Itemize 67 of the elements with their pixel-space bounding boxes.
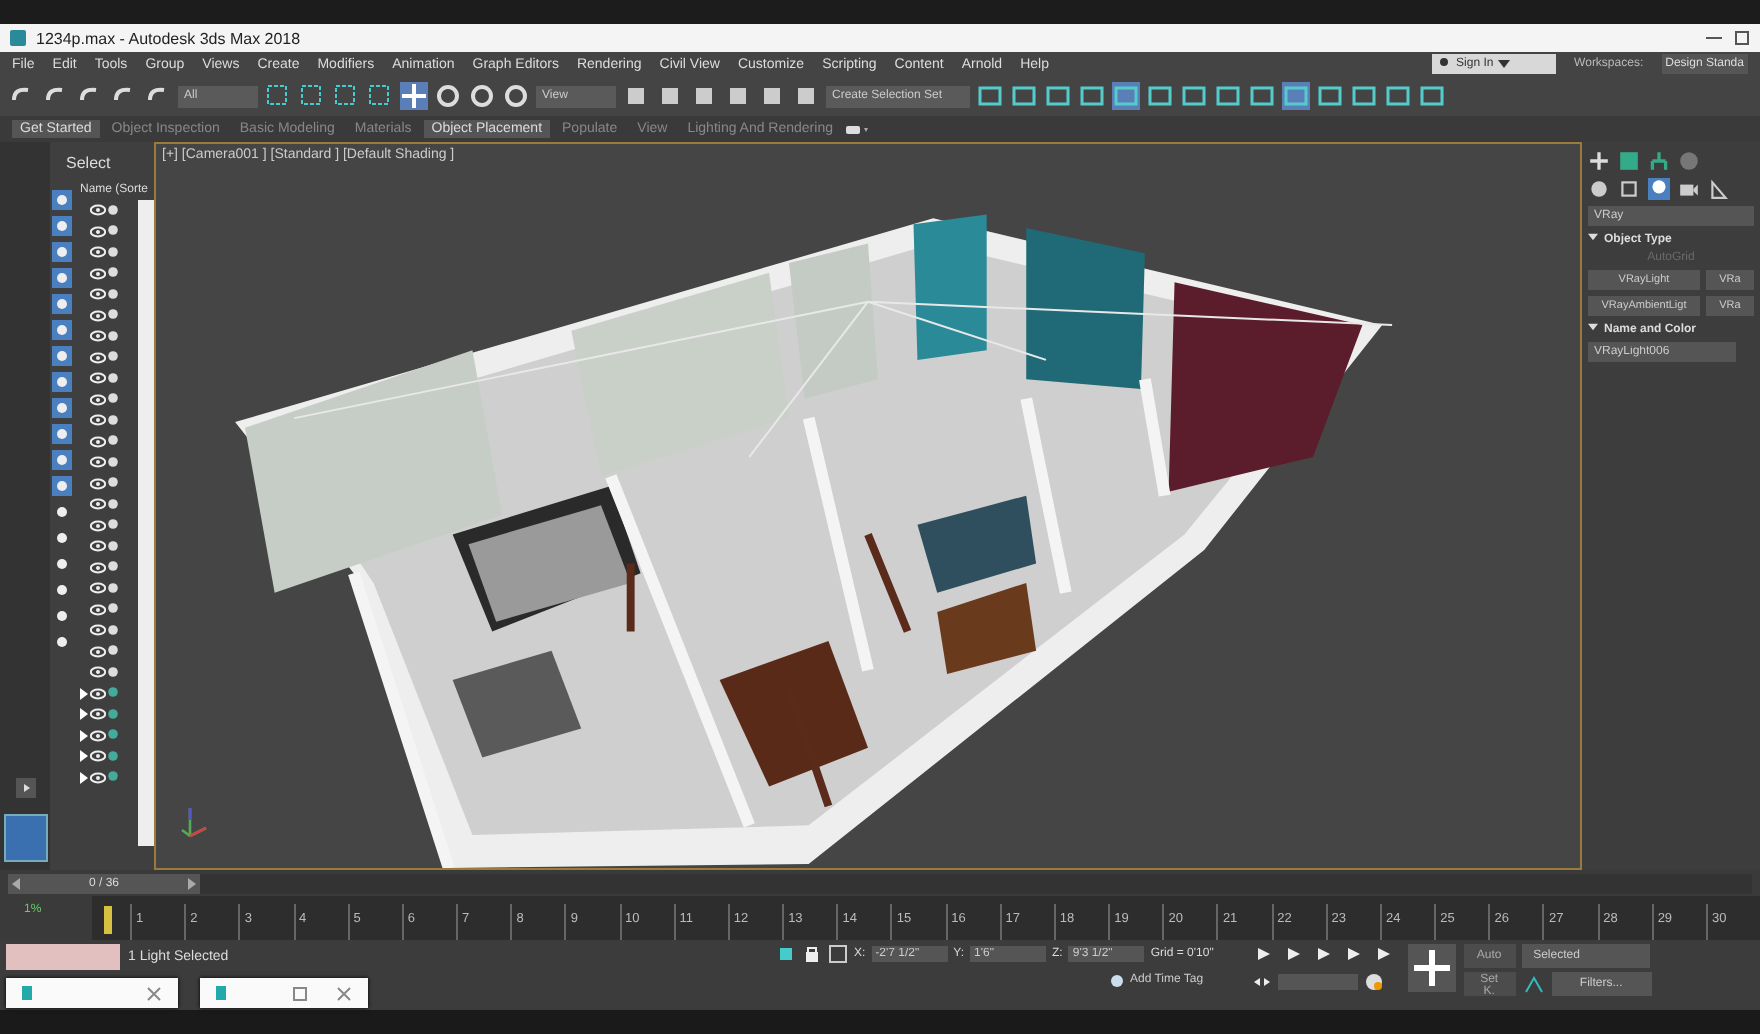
user-icon (1436, 56, 1453, 72)
select-object-icon[interactable] (264, 82, 292, 110)
right-arrow-icon[interactable] (185, 877, 196, 889)
eye-icon[interactable] (90, 372, 106, 385)
time-marker[interactable] (104, 906, 112, 934)
eye-icon[interactable] (90, 498, 106, 511)
caret-icon (1588, 322, 1598, 332)
region-select-icon[interactable] (332, 82, 360, 110)
close-icon[interactable] (336, 985, 352, 1001)
isolate-icon[interactable] (776, 944, 796, 964)
eye-icon[interactable] (90, 519, 106, 532)
eye-icon[interactable] (90, 624, 106, 637)
eye-icon[interactable] (90, 351, 106, 364)
time-config-icon[interactable] (1363, 972, 1384, 992)
create-icon[interactable] (1588, 150, 1610, 172)
tag-icon (1108, 971, 1126, 989)
rotate-icon[interactable] (434, 82, 462, 110)
eye-icon[interactable] (90, 309, 106, 322)
app-icon (216, 986, 226, 1000)
eye-icon[interactable] (90, 225, 106, 238)
eye-icon[interactable] (90, 393, 106, 406)
left-arrow-icon[interactable] (12, 877, 22, 889)
frame-field[interactable] (1277, 974, 1358, 990)
eye-icon[interactable] (90, 288, 106, 301)
close-icon[interactable] (146, 985, 162, 1001)
eye-icon[interactable] (90, 540, 106, 553)
viewport-layout-button[interactable] (3, 814, 47, 862)
key-filter-icon[interactable] (1521, 974, 1546, 994)
app-logo-icon (8, 28, 28, 48)
eye-icon[interactable] (90, 414, 106, 427)
move-icon[interactable] (400, 82, 428, 110)
app-icon (22, 986, 32, 1000)
explorer-title: Select (64, 152, 113, 176)
eye-icon[interactable] (90, 729, 106, 742)
caret-icon (1588, 232, 1598, 242)
eye-icon[interactable] (90, 645, 106, 658)
eye-icon[interactable] (90, 246, 106, 259)
caret-icon (1497, 58, 1510, 70)
eye-icon[interactable] (90, 666, 106, 679)
eye-icon[interactable] (90, 687, 106, 700)
lock-icon[interactable] (802, 944, 822, 964)
scrollbar[interactable] (138, 200, 154, 846)
eye-icon[interactable] (90, 456, 106, 469)
eye-icon[interactable] (90, 561, 106, 574)
eye-icon[interactable] (90, 204, 106, 217)
eye-icon[interactable] (90, 330, 106, 343)
eye-icon[interactable] (90, 435, 106, 448)
eye-icon[interactable] (90, 477, 106, 490)
eye-icon[interactable] (90, 267, 106, 280)
window-thumbnail[interactable] (6, 978, 178, 1008)
eye-icon[interactable] (90, 750, 106, 763)
axis-tripod-icon (180, 804, 208, 840)
set-key-icon[interactable] (1407, 944, 1456, 992)
eye-icon[interactable] (90, 771, 106, 784)
ribbon-toggle-icon[interactable] (844, 121, 873, 137)
maximize-icon[interactable] (292, 985, 308, 1001)
window-title: 1234p.max - Autodesk 3ds Max 2018 (36, 29, 301, 47)
eye-icon[interactable] (90, 603, 106, 616)
window-thumbnail[interactable] (200, 978, 368, 1008)
script-listener-field[interactable] (6, 944, 120, 970)
modify-icon[interactable] (1618, 150, 1640, 172)
eye-icon[interactable] (90, 582, 106, 595)
maximize-icon[interactable] (1732, 30, 1752, 46)
play-icon[interactable] (15, 778, 35, 798)
eye-icon[interactable] (90, 708, 106, 721)
hierarchy-icon[interactable] (1648, 150, 1670, 172)
key-mode-icon[interactable] (1251, 974, 1272, 990)
